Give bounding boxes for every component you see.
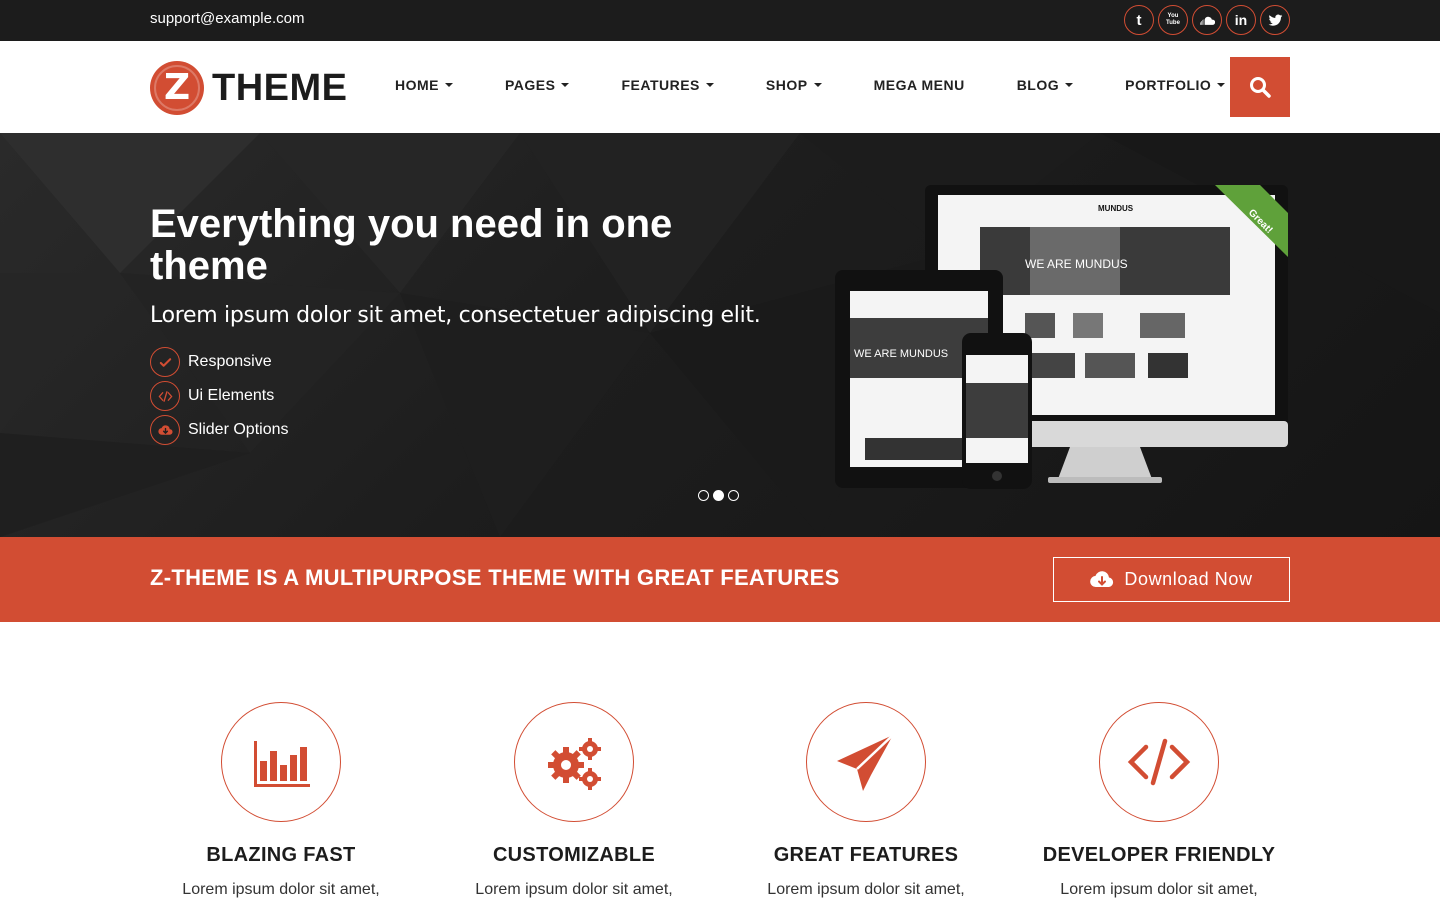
paper-plane-icon [806,702,926,822]
hero-slider: Everything you need in one theme Lorem i… [0,133,1440,537]
chevron-down-icon [705,83,714,87]
code-icon [1099,702,1219,822]
chevron-down-icon [445,83,453,87]
feature-text: Lorem ipsum dolor sit amet, [767,881,965,898]
main-nav: HOME PAGES FEATURES SHOP MEGA MENU BLOG … [395,77,1277,93]
tumblr-icon[interactable]: t [1124,5,1154,35]
hero-subtitle: Lorem ipsum dolor sit amet, consectetuer… [150,303,761,328]
feature-card: BLAZING FAST Lorem ipsum dolor sit amet, [151,702,411,900]
chevron-down-icon [1065,83,1074,87]
hero-feature-item: Slider Options [150,413,289,447]
site-logo[interactable]: Z THEME [150,61,348,115]
twitter-icon[interactable] [1260,5,1290,35]
nav-item-portfolio[interactable]: PORTFOLIO [1125,77,1226,93]
svg-text:WE ARE MUNDUS: WE ARE MUNDUS [1025,257,1128,271]
feature-text: Lorem ipsum dolor sit amet, [182,881,380,898]
soundcloud-icon[interactable] [1192,5,1222,35]
gears-icon [514,702,634,822]
feature-text: Lorem ipsum dolor sit amet, [475,881,673,898]
search-icon [1250,77,1271,98]
nav-item-blog[interactable]: BLOG [1017,77,1074,93]
main-header: Z THEME HOME PAGES FEATURES SHOP MEGA ME… [0,41,1440,133]
cloud-download-icon [150,415,180,445]
feature-title: GREAT FEATURES [773,844,959,866]
feature-card: CUSTOMIZABLE Lorem ipsum dolor sit amet, [444,702,704,900]
chevron-down-icon [561,83,570,87]
chevron-down-icon [813,83,822,87]
feature-text: Lorem ipsum dolor sit amet, [1060,881,1258,898]
logo-text: THEME [212,66,348,109]
slider-dot[interactable] [698,490,709,501]
hero-feature-list: Responsive Ui Elements Slider Options [150,345,289,447]
feature-card: GREAT FEATURES Lorem ipsum dolor sit ame… [736,702,996,900]
search-button[interactable] [1230,57,1290,117]
nav-item-pages[interactable]: PAGES [505,77,570,93]
slider-dot-active[interactable] [713,490,724,501]
feature-card: DEVELOPER FRIENDLY Lorem ipsum dolor sit… [1029,702,1289,900]
svg-text:WE ARE MUNDUS: WE ARE MUNDUS [854,348,948,360]
cta-bar: Z-THEME IS A MULTIPURPOSE THEME WITH GRE… [0,537,1440,622]
nav-item-home[interactable]: HOME [395,77,453,93]
top-bar: support@example.com t You Tube in [0,0,1440,41]
code-icon [150,381,180,411]
check-icon [150,347,180,377]
feature-title: BLAZING FAST [206,844,356,866]
svg-text:MUNDUS: MUNDUS [1098,204,1134,213]
linkedin-icon[interactable]: in [1226,5,1256,35]
feature-title: CUSTOMIZABLE [492,844,656,866]
youtube-icon[interactable]: You Tube [1158,5,1188,35]
social-links: t You Tube in [1124,5,1290,35]
cta-text: Z-THEME IS A MULTIPURPOSE THEME WITH GRE… [150,565,840,590]
hero-feature-item: Ui Elements [150,379,289,413]
support-email-link[interactable]: support@example.com [150,10,304,27]
devices-mockup-image: MUNDUS WE ARE MUNDUS Great! WE ARE MUNDU… [835,185,1288,489]
download-now-button[interactable]: Download Now [1053,557,1290,602]
nav-item-shop[interactable]: SHOP [766,77,822,93]
nav-item-mega-menu[interactable]: MEGA MENU [874,77,965,93]
slider-dot[interactable] [728,490,739,501]
logo-mark: Z [150,61,204,115]
hero-title: Everything you need in one theme [150,202,673,288]
nav-item-features[interactable]: FEATURES [621,77,714,93]
slider-pagination [698,490,739,501]
hero-feature-item: Responsive [150,345,289,379]
bar-chart-icon [221,702,341,822]
cloud-download-icon [1090,570,1114,587]
feature-title: DEVELOPER FRIENDLY [1042,844,1276,866]
chevron-down-icon [1217,83,1226,87]
